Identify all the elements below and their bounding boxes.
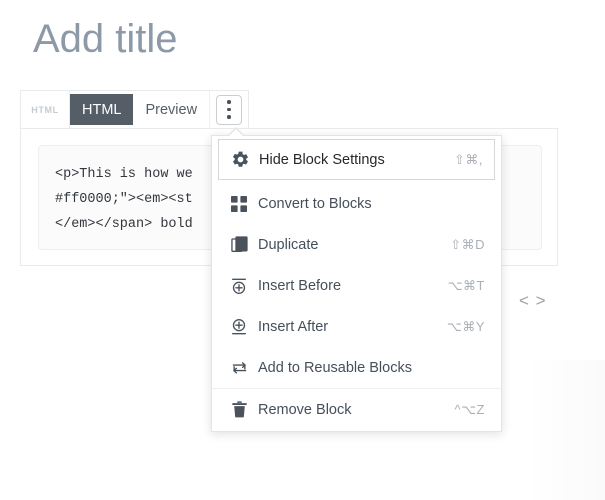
menu-item-label: Remove Block — [258, 401, 352, 418]
code-icon[interactable]: < > — [519, 291, 547, 311]
dropdown-caret — [227, 127, 245, 138]
trash-icon — [227, 398, 251, 422]
menu-item-convert-to-blocks[interactable]: Convert to Blocks — [212, 183, 501, 224]
menu-item-shortcut: ⌥⌘Y — [446, 318, 485, 334]
dropdown-group-primary: Hide Block Settings ⇧⌘, Convert to Block… — [212, 139, 501, 388]
menu-item-hide-block-settings[interactable]: Hide Block Settings ⇧⌘, — [218, 139, 495, 180]
menu-item-label: Convert to Blocks — [258, 195, 372, 212]
grid-icon — [227, 192, 251, 216]
tab-html[interactable]: HTML — [70, 94, 134, 125]
menu-item-label: Insert Before — [258, 277, 342, 294]
dot-icon — [227, 115, 231, 119]
reusable-icon — [227, 356, 251, 380]
page-edge-shade — [525, 360, 605, 500]
menu-item-label: Duplicate — [258, 236, 319, 253]
menu-item-duplicate[interactable]: Duplicate ⇧⌘D — [212, 224, 501, 265]
dot-icon — [227, 100, 231, 104]
dropdown-group-destructive: Remove Block ^⌥Z — [212, 388, 501, 430]
menu-item-label: Insert After — [258, 318, 329, 335]
menu-item-label: Add to Reusable Blocks — [258, 359, 412, 376]
menu-item-shortcut: ^⌥Z — [454, 401, 485, 417]
gear-icon — [228, 148, 252, 172]
menu-item-add-to-reusable-blocks[interactable]: Add to Reusable Blocks — [212, 347, 501, 388]
html-block-type-icon[interactable]: HTML — [21, 91, 70, 128]
insert-after-icon — [227, 315, 251, 339]
more-options-button[interactable] — [216, 94, 243, 125]
block-toolbar: HTML HTML Preview — [20, 90, 250, 129]
menu-item-insert-before[interactable]: Insert Before ⌥⌘T — [212, 265, 501, 306]
menu-item-label: Hide Block Settings — [259, 151, 385, 168]
insert-before-icon — [227, 274, 251, 298]
menu-item-insert-after[interactable]: Insert After ⌥⌘Y — [212, 306, 501, 347]
dot-icon — [227, 107, 231, 112]
page-title[interactable]: Add title — [33, 14, 178, 64]
more-options-cell — [209, 91, 248, 128]
menu-item-shortcut: ⇧⌘D — [450, 236, 485, 252]
menu-item-shortcut: ⇧⌘, — [453, 151, 483, 167]
menu-item-shortcut: ⌥⌘T — [447, 277, 485, 293]
menu-item-remove-block[interactable]: Remove Block ^⌥Z — [212, 389, 501, 430]
tab-preview[interactable]: Preview — [133, 91, 209, 128]
block-options-dropdown: Hide Block Settings ⇧⌘, Convert to Block… — [211, 127, 502, 432]
duplicate-icon — [227, 233, 251, 257]
